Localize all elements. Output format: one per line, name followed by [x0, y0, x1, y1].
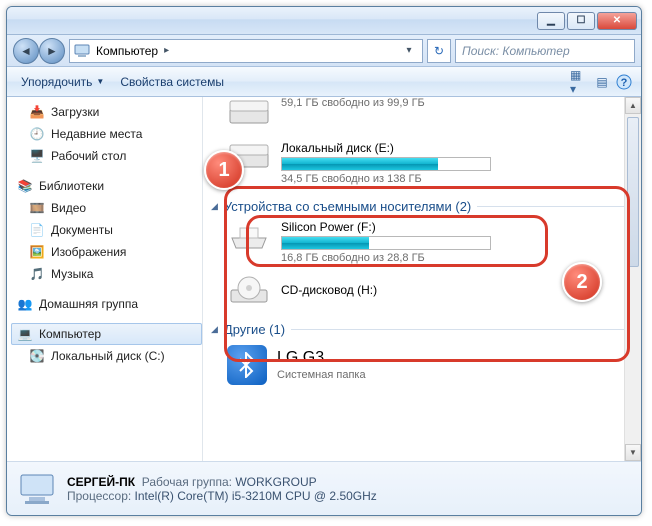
address-text: Компьютер [96, 44, 158, 58]
pc-name: СЕРГЕЙ-ПК [67, 475, 135, 489]
view-mode-button[interactable]: ▦ ▾ [569, 71, 591, 93]
address-row: ◄ ► Компьютер ▸ ▾ ↻ Поиск: Компьютер [7, 35, 641, 67]
organize-menu[interactable]: Упорядочить▼ [13, 71, 112, 93]
collapse-icon: ◢ [211, 324, 218, 335]
drive-e-free: 34,5 ГБ свободно из 138 ГБ [281, 173, 629, 185]
lg-sub: Системная папка [277, 369, 366, 381]
drive-cd[interactable]: CD-дисковод (H:) [203, 270, 635, 314]
drive-f[interactable]: Silicon Power (F:) 16,8 ГБ свободно из 2… [203, 216, 635, 270]
music-icon: 🎵 [29, 266, 45, 282]
downloads-icon: 📥 [29, 104, 45, 120]
navigation-pane: 📥Загрузки 🕘Недавние места 🖥️Рабочий стол… [7, 97, 203, 461]
search-placeholder: Поиск: Компьютер [462, 44, 570, 58]
help-button[interactable]: ? [613, 71, 635, 93]
computer-icon: 💻 [17, 326, 33, 342]
documents-icon: 📄 [29, 222, 45, 238]
system-properties-button[interactable]: Свойства системы [112, 71, 232, 93]
libraries-icon: 📚 [17, 178, 33, 194]
drive-f-name: Silicon Power (F:) [281, 220, 629, 234]
scroll-thumb[interactable] [627, 117, 639, 267]
preview-pane-button[interactable]: ▤ [591, 71, 613, 93]
back-button[interactable]: ◄ [13, 38, 39, 64]
nav-pictures[interactable]: 🖼️Изображения [11, 241, 202, 263]
bluetooth-icon [227, 345, 267, 385]
workgroup-value: WORKGROUP [235, 475, 316, 489]
nav-downloads[interactable]: 📥Загрузки [11, 101, 202, 123]
computer-icon [74, 43, 90, 59]
drive-e[interactable]: Локальный диск (E:) 34,5 ГБ свободно из … [203, 137, 635, 191]
address-dropdown-icon[interactable]: ▾ [400, 45, 418, 56]
nav-local-disk-c[interactable]: 💽Локальный диск (C:) [11, 345, 202, 367]
scroll-up-icon[interactable]: ▲ [625, 97, 641, 114]
search-input[interactable]: Поиск: Компьютер [455, 39, 635, 63]
cpu-label: Процессор: [67, 489, 131, 503]
drive-e-name: Локальный диск (E:) [281, 141, 629, 155]
minimize-button[interactable]: ▁ [537, 12, 565, 30]
drive-f-bar [281, 236, 491, 250]
main-pane: 59,1 ГБ свободно из 99,9 ГБ Локальный ди… [203, 97, 641, 461]
nav-documents[interactable]: 📄Документы [11, 219, 202, 241]
svg-text:?: ? [621, 77, 628, 89]
computer-large-icon [17, 469, 57, 509]
collapse-icon: ◢ [211, 201, 218, 212]
scroll-down-icon[interactable]: ▼ [625, 444, 641, 461]
content-body: 📥Загрузки 🕘Недавние места 🖥️Рабочий стол… [7, 97, 641, 461]
breadcrumb-chevron-icon[interactable]: ▸ [164, 45, 169, 56]
hdd-icon [227, 141, 271, 175]
drive-cd-name: CD-дисковод (H:) [281, 283, 377, 297]
drive-c-partial[interactable]: 59,1 ГБ свободно из 99,9 ГБ [203, 97, 635, 137]
nav-desktop[interactable]: 🖥️Рабочий стол [11, 145, 202, 167]
maximize-button[interactable]: ☐ [567, 12, 595, 30]
address-bar[interactable]: Компьютер ▸ ▾ [69, 39, 423, 63]
nav-music[interactable]: 🎵Музыка [11, 263, 202, 285]
homegroup-icon: 👥 [17, 296, 33, 312]
workgroup-label: Рабочая группа: [142, 475, 232, 489]
drive-f-free: 16,8 ГБ свободно из 28,8 ГБ [281, 252, 629, 264]
vertical-scrollbar[interactable]: ▲ ▼ [624, 97, 641, 461]
recent-icon: 🕘 [29, 126, 45, 142]
lg-name: LG G3 [277, 349, 366, 367]
removable-icon [227, 220, 271, 254]
cpu-value: Intel(R) Core(TM) i5-3210M CPU @ 2.50GHz [135, 489, 377, 503]
device-lg-g3[interactable]: LG G3 Системная папка [203, 339, 635, 391]
close-button[interactable]: ✕ [597, 12, 637, 30]
desktop-icon: 🖥️ [29, 148, 45, 164]
details-pane: СЕРГЕЙ-ПК Рабочая группа: WORKGROUP Проц… [7, 461, 641, 515]
nav-video[interactable]: 🎞️Видео [11, 197, 202, 219]
nav-buttons: ◄ ► [13, 38, 65, 64]
explorer-window: ▁ ☐ ✕ ◄ ► Компьютер ▸ ▾ ↻ Поиск: Компьют… [6, 6, 642, 516]
hdd-icon: 💽 [29, 348, 45, 364]
nav-homegroup[interactable]: 👥Домашняя группа [11, 293, 202, 315]
nav-recent[interactable]: 🕘Недавние места [11, 123, 202, 145]
hdd-icon [227, 97, 271, 131]
group-other-header[interactable]: ◢ Другие (1) [203, 314, 635, 339]
group-removable-header[interactable]: ◢ Устройства со съемными носителями (2) [203, 191, 635, 216]
drive-c-free: 59,1 ГБ свободно из 99,9 ГБ [281, 97, 629, 109]
refresh-button[interactable]: ↻ [427, 39, 451, 63]
titlebar: ▁ ☐ ✕ [7, 7, 641, 35]
nav-computer[interactable]: 💻Компьютер [11, 323, 202, 345]
command-bar: Упорядочить▼ Свойства системы ▦ ▾ ▤ ? [7, 67, 641, 97]
forward-button[interactable]: ► [39, 38, 65, 64]
cd-icon [227, 274, 271, 308]
drive-e-bar [281, 157, 491, 171]
pictures-icon: 🖼️ [29, 244, 45, 260]
video-icon: 🎞️ [29, 200, 45, 216]
nav-libraries[interactable]: 📚Библиотеки [11, 175, 202, 197]
